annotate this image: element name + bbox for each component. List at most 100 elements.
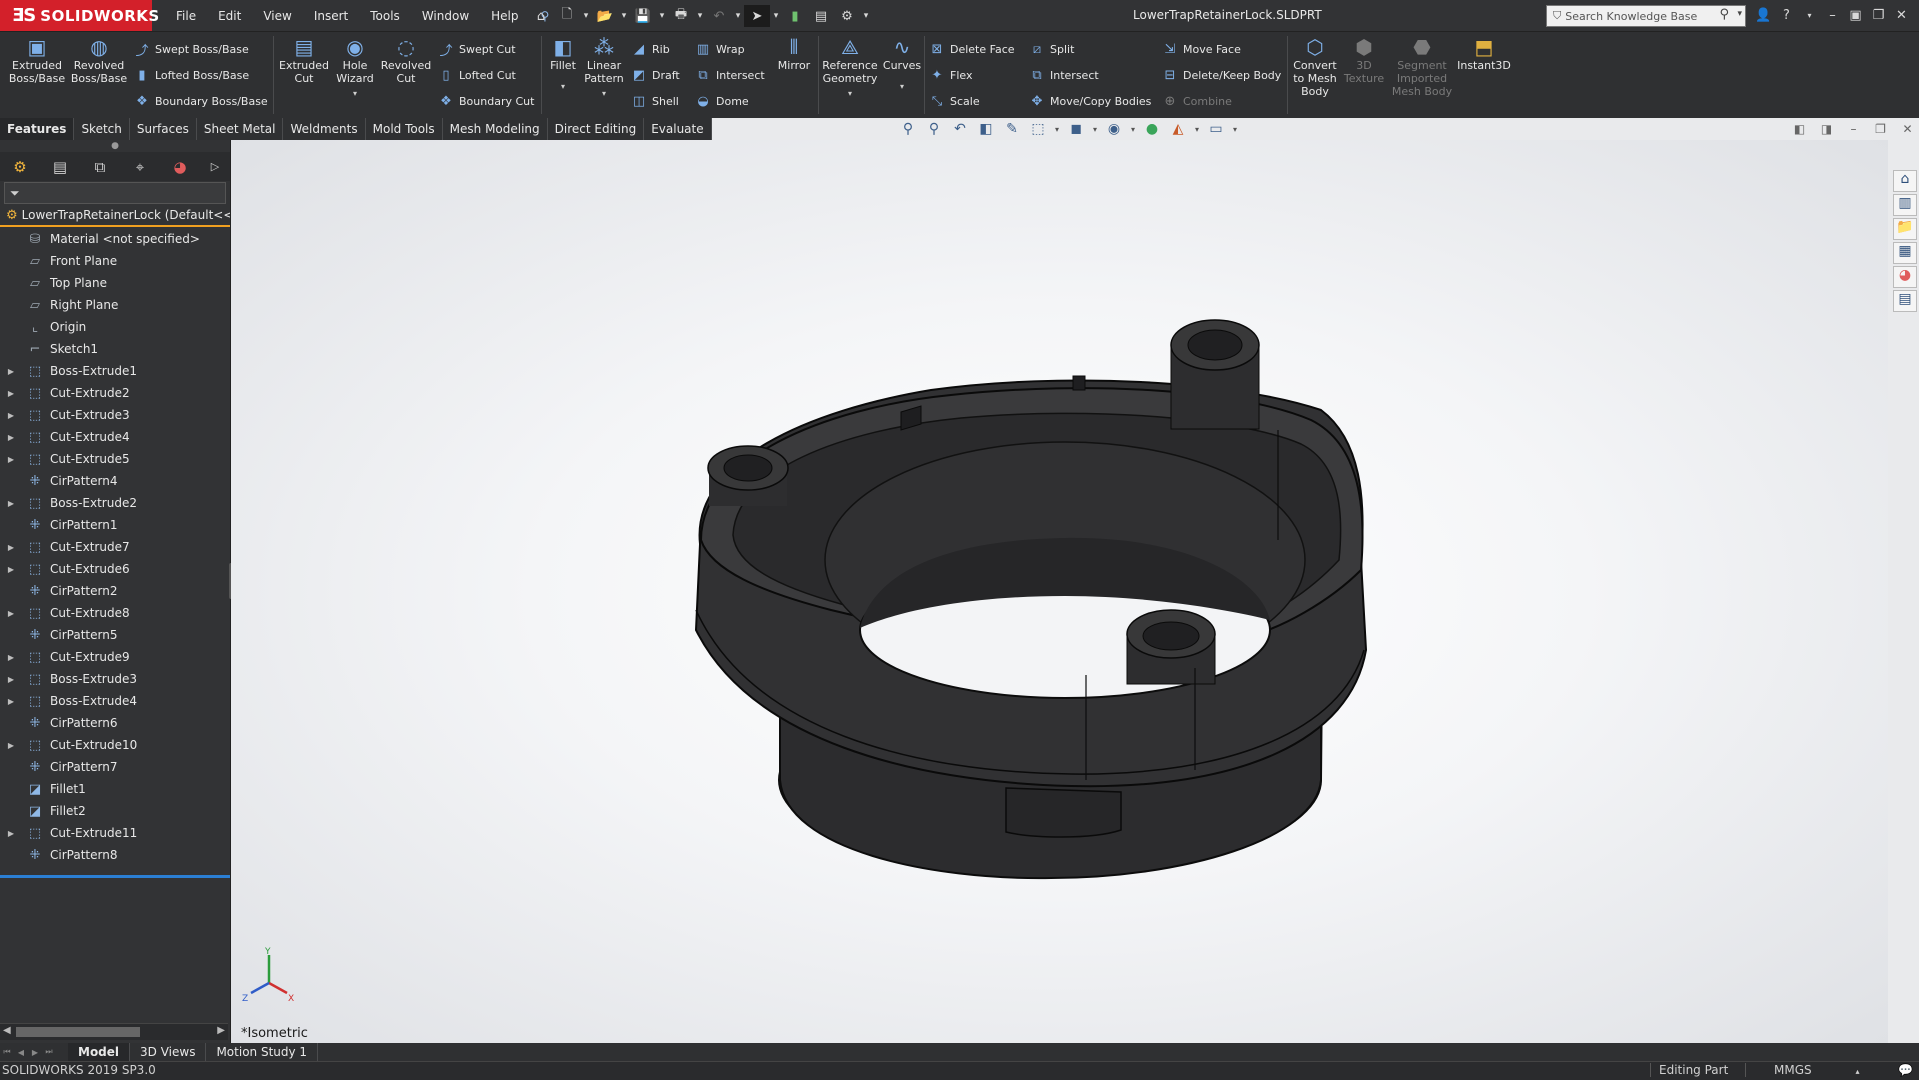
tab-mold-tools[interactable]: Mold Tools xyxy=(366,118,443,140)
expand-arrow-icon[interactable]: ▶ xyxy=(4,411,18,420)
print-icon[interactable]: 🖶 xyxy=(668,5,694,27)
part-model[interactable] xyxy=(231,140,1888,1043)
tab-sketch[interactable]: Sketch xyxy=(74,118,130,140)
previous-view-icon[interactable]: ↶ xyxy=(947,121,973,137)
zoom-to-area-icon[interactable]: ⚲ xyxy=(921,121,947,137)
custom-properties-icon[interactable]: ▤ xyxy=(1893,290,1917,312)
move-copy-bodies-button[interactable]: ✥ Move/Copy Bodies xyxy=(1028,91,1152,111)
tree-item[interactable]: ⁜ CirPattern1 xyxy=(0,514,230,536)
scale-button[interactable]: ⤡ Scale xyxy=(928,91,980,111)
tree-item[interactable]: ⌞ Origin xyxy=(0,316,230,338)
tree-item[interactable]: ▶ ⬚ Cut-Extrude5 xyxy=(0,448,230,470)
revolved-cut-button[interactable]: ◌ Revolved Cut xyxy=(378,36,434,85)
help-dropdown-icon[interactable]: ▾ xyxy=(1798,11,1821,20)
tree-item[interactable]: ▶ ⬚ Cut-Extrude3 xyxy=(0,404,230,426)
tab-sheet-metal[interactable]: Sheet Metal xyxy=(197,118,284,140)
view-orientation-dropdown-icon[interactable]: ▾ xyxy=(1051,125,1063,134)
help-icon[interactable]: ? xyxy=(1775,8,1798,23)
tree-item[interactable]: ⁜ CirPattern2 xyxy=(0,580,230,602)
3d-texture-button[interactable]: ⬢ 3D Texture xyxy=(1342,36,1386,85)
lofted-cut-button[interactable]: ▯ Lofted Cut xyxy=(437,65,515,85)
tree-item[interactable]: ▶ ⬚ Cut-Extrude9 xyxy=(0,646,230,668)
tree-item[interactable]: ⁜ CirPattern6 xyxy=(0,712,230,734)
fillet-dropdown-icon[interactable]: ▾ xyxy=(546,80,580,93)
revolved-boss-button[interactable]: ◍ Revolved Boss/Base xyxy=(68,36,130,85)
zoom-to-fit-icon[interactable]: ⚲ xyxy=(895,121,921,137)
tree-item[interactable]: ▶ ⬚ Boss-Extrude1 xyxy=(0,360,230,382)
tree-root-part[interactable]: ⚙ LowerTrapRetainerLock (Default<<De xyxy=(0,205,230,227)
next-tab-icon[interactable]: ▶ xyxy=(28,1048,42,1057)
draft-button[interactable]: ◩ Draft xyxy=(630,65,680,85)
tree-filter[interactable]: ⏷ xyxy=(4,182,226,204)
delete-face-button[interactable]: ⊠ Delete Face xyxy=(928,39,1015,59)
expand-arrow-icon[interactable]: ▶ xyxy=(4,389,18,398)
convert-to-mesh-body-button[interactable]: ⬡ Convert to Mesh Body xyxy=(1290,36,1340,98)
boundary-cut-button[interactable]: ❖ Boundary Cut xyxy=(437,91,534,111)
search-dropdown-icon[interactable]: ▾ xyxy=(1737,9,1742,19)
rollback-bar[interactable] xyxy=(0,875,230,878)
restore-icon[interactable]: ❐ xyxy=(1867,8,1890,23)
linear-pattern-button[interactable]: ⁂ Linear Pattern ▾ xyxy=(582,36,626,100)
expand-arrow-icon[interactable]: ▶ xyxy=(4,499,18,508)
hole-wizard-dropdown-icon[interactable]: ▾ xyxy=(334,87,376,100)
tree-item[interactable]: ▶ ⬚ Cut-Extrude11 xyxy=(0,822,230,844)
tab-3d-views[interactable]: 3D Views xyxy=(130,1043,207,1061)
tree-item[interactable]: ⌐ Sketch1 xyxy=(0,338,230,360)
menu-window[interactable]: Window xyxy=(422,9,469,23)
print-dropdown-icon[interactable]: ▾ xyxy=(694,5,706,27)
display-style-dropdown-icon[interactable]: ▾ xyxy=(1089,125,1101,134)
dimxpert-manager-icon[interactable]: ⌖ xyxy=(120,158,160,176)
search-icon[interactable]: ⚲ xyxy=(1719,7,1729,22)
section-view-icon[interactable]: ◧ xyxy=(973,121,999,137)
tree-item[interactable]: ⛁ Material <not specified> xyxy=(0,228,230,250)
view-orientation-icon[interactable]: ⬚ xyxy=(1025,121,1051,137)
tree-item[interactable]: ⁜ CirPattern8 xyxy=(0,844,230,866)
extruded-boss-button[interactable]: ▣ Extruded Boss/Base xyxy=(8,36,66,85)
edit-appearance-icon[interactable]: ● xyxy=(1139,121,1165,137)
scroll-right-icon[interactable]: ▶ xyxy=(217,1025,225,1036)
home-icon[interactable]: ⌂ xyxy=(528,5,554,27)
reference-geometry-button[interactable]: ⟁ Reference Geometry ▾ xyxy=(820,36,880,100)
tree-item[interactable]: ▶ ⬚ Cut-Extrude6 xyxy=(0,558,230,580)
view-settings-icon[interactable]: ▭ xyxy=(1203,121,1229,137)
panel-grip[interactable]: ● xyxy=(0,140,230,152)
hole-wizard-button[interactable]: ◉ Hole Wizard ▾ xyxy=(334,36,376,100)
tree-item[interactable]: ⁜ CirPattern7 xyxy=(0,756,230,778)
tree-item[interactable]: ▶ ⬚ Cut-Extrude8 xyxy=(0,602,230,624)
instant3d-button[interactable]: ⬒ Instant3D xyxy=(1456,36,1512,72)
tree-item[interactable]: ▶ ⬚ Boss-Extrude4 xyxy=(0,690,230,712)
expand-arrow-icon[interactable]: ▶ xyxy=(4,455,18,464)
view-settings-dropdown-icon[interactable]: ▾ xyxy=(1229,125,1241,134)
mirror-button[interactable]: ⫴ Mirror xyxy=(772,36,816,72)
property-manager-icon[interactable]: ▤ xyxy=(40,158,80,176)
tree-item[interactable]: ▱ Right Plane xyxy=(0,294,230,316)
user-icon[interactable]: 👤 xyxy=(1752,8,1775,23)
expand-arrow-icon[interactable]: ▶ xyxy=(4,565,18,574)
status-bar-icon[interactable]: 💬 xyxy=(1898,1063,1913,1077)
boundary-boss-button[interactable]: ❖ Boundary Boss/Base xyxy=(133,91,268,111)
tab-direct-editing[interactable]: Direct Editing xyxy=(548,118,645,140)
configuration-manager-icon[interactable]: ⧉ xyxy=(80,158,120,176)
hide-show-items-icon[interactable]: ◉ xyxy=(1101,121,1127,137)
expand-tabs-icon[interactable]: ▷ xyxy=(200,160,230,173)
graphics-area[interactable]: Y X Z *Isometric xyxy=(231,140,1888,1043)
select-pointer-icon[interactable]: ➤ xyxy=(744,5,770,27)
file-properties-icon[interactable]: ▤ xyxy=(808,5,834,27)
close-icon[interactable]: ✕ xyxy=(1890,8,1913,23)
expand-arrow-icon[interactable]: ▶ xyxy=(4,741,18,750)
expand-arrow-icon[interactable]: ▶ xyxy=(4,653,18,662)
lofted-boss-button[interactable]: ▮ Lofted Boss/Base xyxy=(133,65,249,85)
delete-keep-body-button[interactable]: ⊟ Delete/Keep Body xyxy=(1161,65,1282,85)
viewport-close-icon[interactable]: ✕ xyxy=(1894,122,1919,136)
dome-button[interactable]: ◒ Dome xyxy=(694,91,748,111)
new-document-icon[interactable]: 🗋 xyxy=(554,5,580,27)
design-library-icon[interactable]: ▥ xyxy=(1893,194,1917,216)
units-dropdown-icon[interactable]: ▴ xyxy=(1855,1067,1859,1076)
menu-file[interactable]: File xyxy=(176,9,196,23)
tree-item[interactable]: ◪ Fillet1 xyxy=(0,778,230,800)
swept-boss-button[interactable]: ⤴ Swept Boss/Base xyxy=(133,39,248,59)
tree-item[interactable]: ▶ ⬚ Cut-Extrude2 xyxy=(0,382,230,404)
last-tab-icon[interactable]: ⏭ xyxy=(42,1047,56,1057)
menu-edit[interactable]: Edit xyxy=(218,9,241,23)
tab-features[interactable]: Features xyxy=(0,118,75,140)
